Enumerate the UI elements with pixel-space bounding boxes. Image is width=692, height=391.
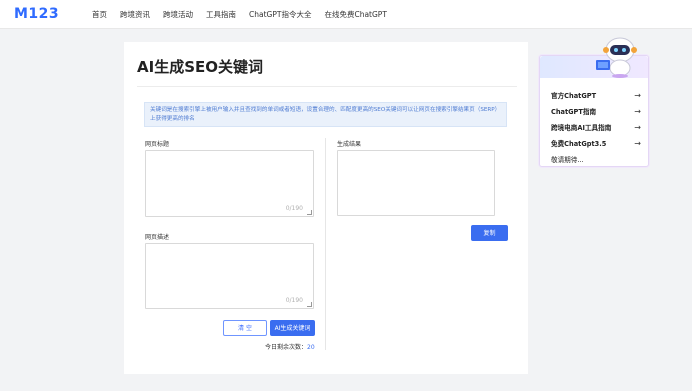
page-desc-input[interactable]: 0/190	[145, 243, 314, 309]
sidebar-item-label: 敬请期待...	[551, 156, 584, 164]
generate-keywords-button[interactable]: AI生成关键词	[270, 320, 315, 336]
remaining-uses: 今日剩余次数：20	[265, 342, 315, 351]
top-nav-bar: M123 首页 跨境资讯 跨境活动 工具指南 ChatGPT指令大全 在线免费C…	[0, 0, 692, 29]
page-title-label: 网页标题	[145, 141, 170, 148]
title-divider	[137, 86, 517, 87]
sidebar-item-official-chatgpt[interactable]: 官方ChatGPT →	[551, 87, 641, 103]
remaining-count: 20	[307, 344, 315, 351]
sidebar-item-chatgpt-guide[interactable]: ChatGPT指南 →	[551, 103, 641, 119]
arrow-right-icon: →	[634, 122, 641, 132]
result-label: 生成结果	[337, 141, 362, 148]
sidebar-item-label: 免费ChatGpt3.5	[551, 140, 607, 148]
page-desc-counter: 0/190	[285, 297, 303, 304]
seo-keyword-tool-card: AI生成SEO关键词 关键词是在搜索引擎上被用户输入并且查找到的单词或者短语，设…	[124, 42, 528, 374]
logo-text: M123	[14, 6, 60, 22]
site-logo[interactable]: M123	[14, 6, 59, 22]
column-divider	[325, 138, 326, 350]
clear-button[interactable]: 清 空	[223, 320, 267, 336]
remaining-label: 今日剩余次数：	[265, 344, 308, 351]
sidebar-item-free-chatgpt35[interactable]: 免费ChatGpt3.5 →	[551, 135, 641, 151]
page-title-input[interactable]: 0/190	[145, 150, 314, 217]
sidebar-list: 官方ChatGPT → ChatGPT指南 → 跨境电商AI工具指南 → 免费C…	[551, 87, 641, 167]
result-output[interactable]	[337, 150, 495, 216]
resize-handle-icon[interactable]	[307, 210, 312, 215]
page-title: AI生成SEO关键词	[137, 58, 263, 76]
resize-handle-icon[interactable]	[307, 302, 312, 307]
arrow-right-icon: →	[634, 90, 641, 100]
robot-mascot-icon	[596, 37, 637, 78]
nav-item-home[interactable]: 首页	[92, 9, 107, 20]
nav-item-events[interactable]: 跨境活动	[163, 9, 193, 20]
tool-description-notice: 关键词是在搜索引擎上被用户输入并且查找到的单词或者短语，设置合理的、匹配度更高的…	[144, 102, 507, 127]
sidebar-item-ecommerce-ai-guide[interactable]: 跨境电商AI工具指南 →	[551, 119, 641, 135]
page-desc-label: 网页描述	[145, 234, 170, 241]
sidebar-item-label: ChatGPT指南	[551, 108, 597, 116]
arrow-right-icon: →	[634, 138, 641, 148]
sidebar-item-label: 官方ChatGPT	[551, 92, 597, 100]
nav-item-prompts[interactable]: ChatGPT指令大全	[249, 9, 311, 20]
nav-item-news[interactable]: 跨境资讯	[120, 9, 150, 20]
nav-item-free-chatgpt[interactable]: 在线免费ChatGPT	[324, 9, 386, 20]
main-nav: 首页 跨境资讯 跨境活动 工具指南 ChatGPT指令大全 在线免费ChatGP…	[92, 0, 400, 29]
sidebar-item-coming-soon: 敬请期待...	[551, 151, 641, 167]
copy-button[interactable]: 复制	[471, 225, 508, 241]
arrow-right-icon: →	[634, 106, 641, 116]
page-title-counter: 0/190	[285, 205, 303, 212]
nav-item-tools[interactable]: 工具指南	[206, 9, 236, 20]
sidebar-item-label: 跨境电商AI工具指南	[551, 124, 612, 132]
